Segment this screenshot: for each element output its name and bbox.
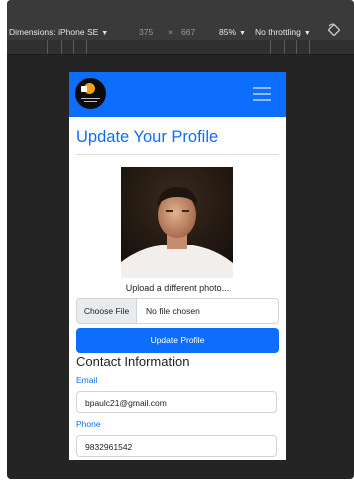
device-select[interactable]: Dimensions: iPhone SE ▼ <box>9 27 108 37</box>
device-toolbar: Dimensions: iPhone SE ▼ 375 × 667 85% ▼ No… <box>7 0 354 40</box>
phone-label: Phone <box>76 419 101 429</box>
navbar <box>69 72 286 117</box>
media-query-ruler[interactable] <box>7 40 354 55</box>
page-title: Update Your Profile <box>76 128 219 146</box>
throttling-label: No throttling <box>255 27 301 37</box>
device-viewport: Update Your Profile Upload a different p… <box>69 72 286 460</box>
zoom-label: 85% <box>219 27 237 37</box>
brand-logo[interactable] <box>75 78 106 109</box>
chevron-down-icon: ▼ <box>303 30 311 37</box>
device-label: Dimensions: iPhone SE <box>9 27 99 37</box>
throttling-select[interactable]: No throttling ▼ <box>255 27 311 37</box>
email-label: Email <box>76 375 98 385</box>
chevron-down-icon: ▼ <box>239 30 246 37</box>
file-name-text: No file chosen <box>146 306 200 316</box>
logo-mark-icon <box>81 83 95 94</box>
chevron-down-icon: ▼ <box>101 30 109 37</box>
zoom-select[interactable]: 85% ▼ <box>219 27 246 37</box>
hamburger-menu-icon[interactable] <box>253 87 271 101</box>
file-input[interactable]: Choose File No file chosen <box>76 298 279 324</box>
height-input[interactable]: 667 <box>181 27 195 37</box>
contact-section-title: Contact Information <box>76 354 190 369</box>
divider <box>76 154 279 155</box>
profile-photo <box>121 167 233 278</box>
rotate-icon[interactable] <box>327 23 341 37</box>
profile-photo-image <box>121 167 233 278</box>
email-field[interactable]: bpaulc21@gmail.com <box>76 391 277 413</box>
times-icon: × <box>168 27 173 37</box>
width-input[interactable]: 375 <box>139 27 153 37</box>
phone-field[interactable]: 9832961542 <box>76 435 277 457</box>
update-profile-button[interactable]: Update Profile <box>76 328 279 353</box>
choose-file-button[interactable]: Choose File <box>77 299 137 323</box>
devtools-frame: Dimensions: iPhone SE ▼ 375 × 667 85% ▼ No… <box>7 0 354 479</box>
upload-photo-label: Upload a different photo... <box>125 283 230 293</box>
